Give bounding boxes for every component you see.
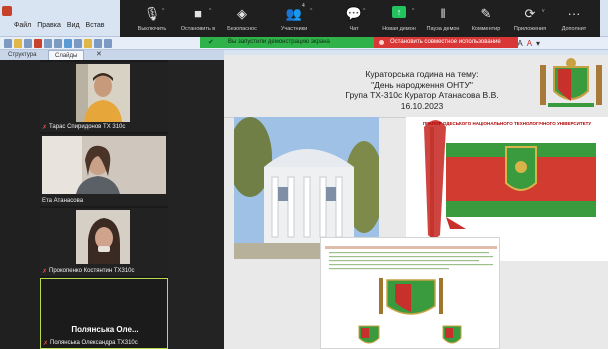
meeting-toolbar: 🎙 ^ Выключить ■ ^ Остановить в ◈ Безопас… xyxy=(120,0,600,37)
chat-button[interactable]: 💬 ^ Чат xyxy=(338,0,370,37)
university-crest-image xyxy=(536,55,606,113)
menu-insert[interactable]: Встав xyxy=(86,20,105,32)
participant-video xyxy=(76,210,130,264)
participant-name-text: Прокопенко Костянтин ТХ310с xyxy=(49,268,135,274)
participant-name: ✗ Тарас Спиридонов ТХ 310с xyxy=(42,123,125,132)
apps-icon: ⟳ xyxy=(524,6,536,21)
participants-count-badge: 4 xyxy=(302,3,305,9)
participant-video xyxy=(76,64,130,122)
spellcheck-icon[interactable] xyxy=(64,39,72,48)
new-share-label: Новая демон xyxy=(382,26,416,32)
app-menu-bar: Файл Правка Вид Встав xyxy=(14,20,104,32)
new-share-button[interactable]: ↑ ^ Новая демон xyxy=(378,0,420,37)
pdf-icon[interactable] xyxy=(34,39,42,48)
format-icon[interactable] xyxy=(94,39,102,48)
tab-slides[interactable]: Слайды xyxy=(48,50,85,60)
apps-label: Приложения xyxy=(513,26,547,32)
participants-label: Участники xyxy=(280,26,308,32)
slide-date: 16.10.2023 xyxy=(400,100,444,111)
chevron-down-icon[interactable]: ▾ xyxy=(536,39,540,48)
tab-outline[interactable]: Структура xyxy=(2,50,42,60)
more-button[interactable]: ··· Дополнит xyxy=(554,0,594,37)
slide-thumbnail-area xyxy=(168,60,224,349)
print-icon[interactable] xyxy=(44,39,52,48)
pause-share-label: Пауза демон xyxy=(426,26,460,32)
chevron-up-icon[interactable]: ^ xyxy=(363,8,365,14)
participant-video xyxy=(42,136,166,194)
slide-title-line: "День народження ОНТУ" xyxy=(371,79,473,90)
font-shrink-icon[interactable]: A xyxy=(517,39,522,48)
stop-share-button[interactable]: Остановить совместное использование xyxy=(374,37,518,48)
participant-name: ✗ Полянська Олександра ТХ310с xyxy=(43,339,138,348)
menu-file[interactable]: Файл xyxy=(14,20,31,32)
menu-view[interactable]: Вид xyxy=(67,20,80,32)
close-icon[interactable]: ✕ xyxy=(90,50,108,60)
participant-name-text: Полянська Олександра ТХ310с xyxy=(50,340,138,346)
participant-tile[interactable]: ✗ Тарас Спиридонов ТХ 310с xyxy=(40,62,168,132)
mute-button[interactable]: 🎙 ^ Выключить xyxy=(132,0,172,37)
chevron-down-icon[interactable]: v xyxy=(542,8,545,14)
mute-label: Выключить xyxy=(137,26,167,32)
participant-tile[interactable]: ✗ Прокопенко Костянтин ТХ310с xyxy=(40,208,168,276)
pause-icon: ‖ xyxy=(440,6,446,21)
participant-name: Ета Атанасова xyxy=(42,197,83,206)
annotate-button[interactable]: ✎ Комментир xyxy=(466,0,506,37)
undo-icon[interactable] xyxy=(104,39,112,48)
video-gallery-panel: ✗ Тарас Спиридонов ТХ 310с Ета Атанасова xyxy=(40,60,168,349)
participant-name-text: Ета Атанасова xyxy=(42,198,84,204)
slide-pane-tabs: Структура Слайды ✕ xyxy=(0,50,224,60)
save-icon[interactable] xyxy=(24,39,32,48)
flag-caption: ПРАПОР ОДЕСЬКОГО НАЦІОНАЛЬНОГО ТЕХНОЛОГІ… xyxy=(422,121,592,126)
stop-video-label: Остановить в xyxy=(180,26,216,32)
chat-label: Чат xyxy=(349,26,359,32)
mic-muted-icon: ✗ xyxy=(42,268,48,275)
shield-icon: ◈ xyxy=(237,6,247,21)
participant-tile-active-speaker[interactable]: Полянська Оле... ✗ Полянська Олександра … xyxy=(40,278,168,349)
shield-check-icon: ✔ xyxy=(208,39,214,46)
chevron-up-icon[interactable]: ^ xyxy=(162,8,164,14)
pause-share-button[interactable]: ‖ Пауза демон xyxy=(422,0,464,37)
open-icon[interactable] xyxy=(14,39,22,48)
chat-icon: 💬 xyxy=(345,6,363,21)
editor-background xyxy=(0,60,40,349)
more-icon: ··· xyxy=(567,6,581,21)
participant-display-name: Полянська Оле... xyxy=(71,325,139,334)
app-logo-icon xyxy=(2,6,12,16)
security-button[interactable]: ◈ Безопаснос xyxy=(222,0,262,37)
participants-button[interactable]: 👥 4 ^ Участники xyxy=(272,0,316,37)
university-emblem-document xyxy=(320,237,500,349)
participant-name-text: Тарас Спиридонов ТХ 310с xyxy=(49,124,126,130)
chevron-up-icon[interactable]: ^ xyxy=(412,8,414,14)
cut-icon[interactable] xyxy=(74,39,82,48)
slide-title: Кураторська година на тему: "День народж… xyxy=(302,69,542,111)
shared-presentation-slide: Кураторська година на тему: "День народж… xyxy=(224,55,608,349)
preview-icon[interactable] xyxy=(54,39,62,48)
chevron-up-icon[interactable]: ^ xyxy=(209,8,211,14)
stop-icon xyxy=(379,40,384,45)
menu-edit[interactable]: Правка xyxy=(37,20,61,32)
mic-muted-icon: ✗ xyxy=(42,124,48,131)
highlight-icon[interactable]: A xyxy=(527,39,532,48)
participant-name: ✗ Прокопенко Костянтин ТХ310с xyxy=(42,267,135,276)
microphone-icon: 🎙 xyxy=(143,6,161,21)
pen-icon: ✎ xyxy=(480,6,492,21)
stop-share-label: Остановить совместное использование xyxy=(390,39,501,45)
sharing-status-text: Вы запустили демонстрацию экрана xyxy=(228,39,330,45)
slide-title-line: Кураторська година на тему: xyxy=(365,69,479,79)
new-icon[interactable] xyxy=(4,39,12,48)
mic-muted-icon: ✗ xyxy=(43,340,49,347)
slide-title-line: Група ТХ-310с Куратор Атанасова В.В. xyxy=(345,90,499,100)
chevron-up-icon[interactable]: ^ xyxy=(310,8,312,14)
security-label: Безопаснос xyxy=(227,26,257,32)
stop-video-button[interactable]: ■ ^ Остановить в xyxy=(176,0,220,37)
participant-tile[interactable]: Ета Атанасова xyxy=(40,134,168,206)
share-screen-icon: ↑ xyxy=(392,6,406,18)
annotate-label: Комментир xyxy=(471,26,501,32)
paste-icon[interactable] xyxy=(84,39,92,48)
participants-icon: 👥 xyxy=(285,6,303,21)
more-label: Дополнит xyxy=(561,26,587,32)
video-camera-icon: ■ xyxy=(194,6,202,21)
apps-button[interactable]: ⟳ v Приложения xyxy=(508,0,552,37)
